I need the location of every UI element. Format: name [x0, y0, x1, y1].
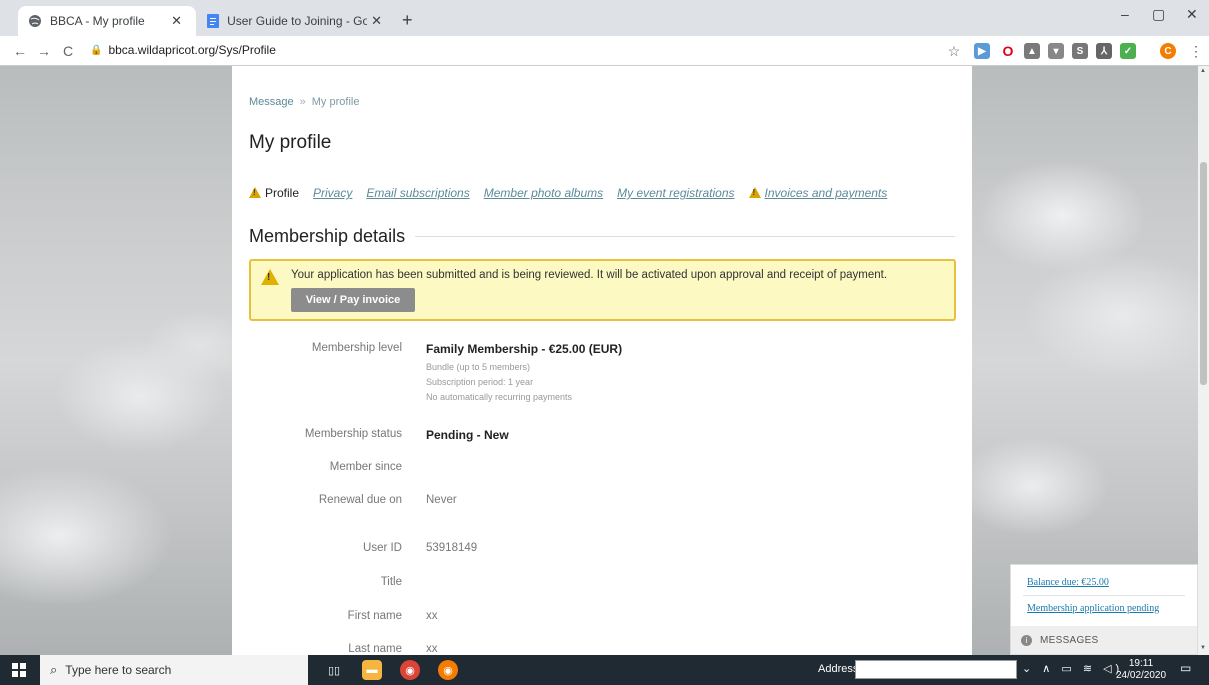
- messages-panel: Balance due: €25.00 Membership applicati…: [1010, 564, 1198, 655]
- warning-icon: [261, 269, 279, 285]
- google-docs-icon: [206, 14, 219, 28]
- subnav-email-subscriptions[interactable]: Email subscriptions: [366, 186, 469, 200]
- taskbar-search-box[interactable]: ⌕ Type here to search: [40, 655, 308, 685]
- tab-bbca-profile[interactable]: BBCA - My profile ✕: [18, 6, 196, 36]
- profile-subnav: Profile Privacy Email subscriptions Memb…: [249, 186, 887, 200]
- section-divider: [415, 236, 955, 237]
- field-value: Never: [426, 494, 457, 506]
- extension-icon[interactable]: S: [1072, 43, 1088, 59]
- membership-pending-link[interactable]: Membership application pending: [1027, 603, 1159, 614]
- forward-arrow-icon[interactable]: →: [32, 43, 56, 59]
- field-value: Pending - New: [426, 428, 509, 442]
- search-placeholder: Type here to search: [65, 663, 172, 677]
- reload-icon[interactable]: C: [56, 43, 80, 59]
- close-tab-icon[interactable]: ✕: [167, 13, 186, 29]
- windows-start-icon[interactable]: [12, 663, 26, 677]
- url-bar[interactable]: 🔒 bbca.wildapricot.org/Sys/Profile: [90, 38, 276, 62]
- new-tab-button[interactable]: +: [402, 10, 413, 31]
- chrome-icon[interactable]: ◉: [400, 660, 420, 680]
- warning-icon: [748, 187, 761, 198]
- field-label: User ID: [363, 542, 402, 554]
- breadcrumb-link-message[interactable]: Message: [249, 96, 294, 108]
- sky-background-left: [0, 66, 232, 655]
- system-tray-icons[interactable]: ⌄ ∧ ▭ ≋ ◁): [1022, 662, 1123, 675]
- globe-icon: [28, 14, 42, 28]
- breadcrumb: Message» My profile: [249, 96, 360, 108]
- notifications-icon[interactable]: ▭: [1180, 661, 1196, 677]
- panel-divider: [1023, 595, 1185, 596]
- subnav-member-photo-albums[interactable]: Member photo albums: [484, 186, 603, 200]
- section-heading: Membership details: [249, 226, 955, 247]
- close-tab-icon[interactable]: ✕: [367, 13, 386, 29]
- chrome-profile-icon[interactable]: ◉: [438, 660, 458, 680]
- field-value: xx: [426, 643, 438, 655]
- subnav-invoices-payments[interactable]: Invoices and payments: [765, 186, 888, 200]
- info-icon: i: [1021, 634, 1032, 646]
- tab-user-guide[interactable]: User Guide to Joining - Google D ✕: [196, 6, 396, 36]
- address-toolbar-label: Address: [818, 663, 859, 675]
- tab-title: BBCA - My profile: [50, 14, 145, 28]
- field-label: Member since: [329, 461, 402, 473]
- view-pay-invoice-button[interactable]: View / Pay invoice: [291, 288, 415, 312]
- minimize-button[interactable]: –: [1121, 6, 1129, 22]
- warning-icon: [249, 187, 261, 198]
- scrollbar-thumb[interactable]: [1200, 162, 1207, 385]
- taskbar-clock[interactable]: 19:11 24/02/2020: [1116, 658, 1166, 682]
- browser-toolbar: ← → C 🔒 bbca.wildapricot.org/Sys/Profile…: [0, 36, 1209, 66]
- field-subtext: Bundle (up to 5 members): [426, 362, 531, 372]
- pocket-icon[interactable]: ▾: [1048, 43, 1064, 59]
- subnav-event-registrations[interactable]: My event registrations: [617, 186, 734, 200]
- clock-time: 19:11: [1128, 658, 1154, 669]
- profile-avatar-icon[interactable]: C: [1160, 43, 1176, 59]
- field-value: Family Membership - €25.00 (EUR): [426, 342, 623, 356]
- more-menu-icon[interactable]: ⋮: [1184, 43, 1208, 60]
- opera-icon[interactable]: O: [1000, 43, 1016, 59]
- extension-check-icon[interactable]: ✓: [1120, 43, 1136, 59]
- file-explorer-icon[interactable]: ▬: [362, 660, 382, 680]
- field-label: Title: [380, 576, 402, 588]
- field-value: 53918149: [426, 542, 478, 554]
- extension-icon[interactable]: ▶: [974, 43, 990, 59]
- maximize-button[interactable]: ▢: [1152, 6, 1165, 23]
- notice-message: Your application has been submitted and …: [291, 269, 888, 281]
- messages-footer[interactable]: i MESSAGES: [1011, 626, 1197, 654]
- field-label: Membership level: [311, 342, 402, 354]
- subnav-invoices-wrap: Invoices and payments: [748, 186, 888, 200]
- balance-due-link[interactable]: Balance due: €25.00: [1027, 577, 1109, 588]
- browser-tab-strip: BBCA - My profile ✕ User Guide to Joinin…: [0, 0, 1209, 36]
- subnav-privacy[interactable]: Privacy: [313, 186, 352, 200]
- profile-page: Message»My profile My profile Profile Pr…: [232, 66, 972, 655]
- back-arrow-icon[interactable]: ←: [8, 43, 32, 59]
- field-label: First name: [347, 610, 402, 622]
- field-label: Membership status: [304, 428, 402, 440]
- breadcrumb-current: My profile: [311, 96, 360, 108]
- scroll-down-arrow-icon[interactable]: ▼: [1200, 645, 1206, 651]
- address-toolbar-input[interactable]: [855, 660, 1017, 679]
- windows-taskbar: ⌕ Type here to search ▯▯ ▬ ◉ ◉ Address ⌄…: [0, 655, 1209, 685]
- field-subtext: Subscription period: 1 year: [426, 377, 534, 387]
- field-label: Last name: [348, 643, 402, 655]
- field-subtext: No automatically recurring payments: [426, 392, 573, 402]
- page-title: My profile: [249, 132, 332, 153]
- pending-application-notice: Your application has been submitted and …: [249, 259, 956, 321]
- section-title: Membership details: [249, 226, 406, 246]
- scroll-up-arrow-icon[interactable]: ▲: [1200, 68, 1206, 74]
- clock-date: 24/02/2020: [1116, 670, 1167, 681]
- page-scrollbar[interactable]: ▲ ▼: [1198, 66, 1209, 655]
- url-text: bbca.wildapricot.org/Sys/Profile: [108, 43, 276, 57]
- pdf-icon[interactable]: ⅄: [1096, 43, 1112, 59]
- task-view-icon[interactable]: ▯▯: [324, 660, 344, 680]
- search-icon: ⌕: [50, 662, 58, 677]
- lock-icon: 🔒: [90, 44, 103, 56]
- close-window-button[interactable]: ✕: [1186, 6, 1198, 23]
- tab-title: User Guide to Joining - Google D: [227, 14, 368, 28]
- subnav-profile[interactable]: Profile: [249, 186, 299, 200]
- bookmark-star-icon[interactable]: ☆: [942, 43, 966, 60]
- field-value: xx: [426, 610, 438, 622]
- field-label: Renewal due on: [318, 494, 402, 506]
- extension-icon[interactable]: ▲: [1024, 43, 1040, 59]
